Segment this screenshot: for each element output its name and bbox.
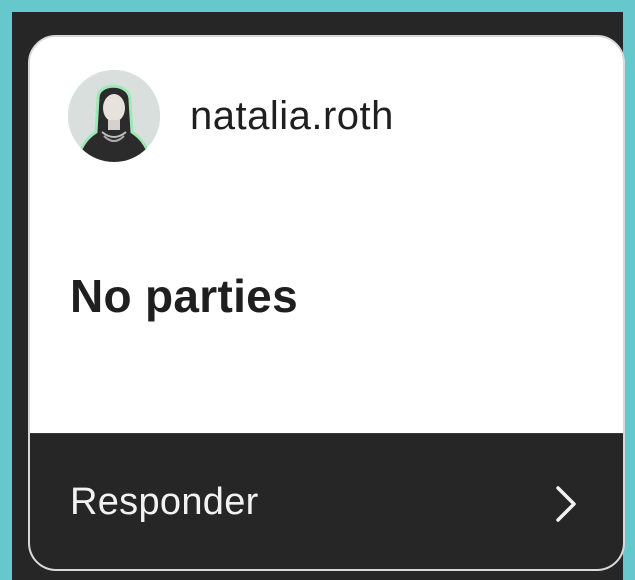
question-card: natalia.roth No parties Responder [28,35,625,571]
chevron-right-icon [556,486,576,522]
respond-button-label: Responder [70,481,259,523]
respond-button[interactable]: Responder [30,433,623,569]
avatar-image [68,70,160,162]
card-headline: No parties [70,270,298,322]
card-content: natalia.roth No parties [30,37,623,433]
username[interactable]: natalia.roth [190,94,394,139]
avatar[interactable] [68,70,160,162]
